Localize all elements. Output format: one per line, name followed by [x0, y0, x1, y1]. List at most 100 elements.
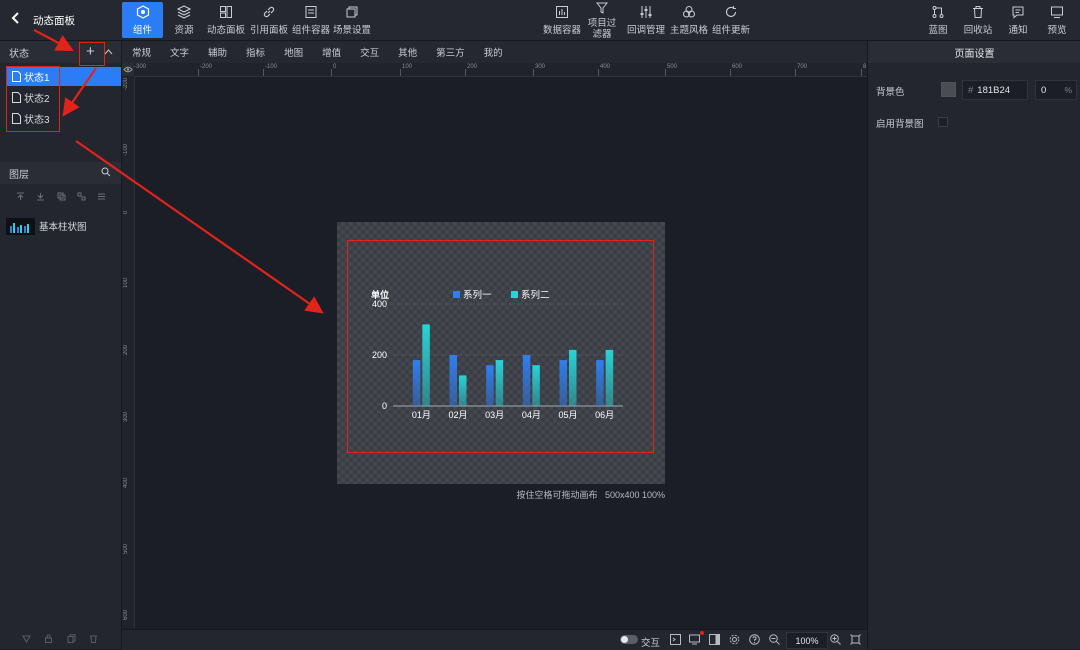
back-button[interactable]: [10, 11, 22, 28]
ruler-tick-label: 200: [123, 345, 129, 356]
project-filter-label: 项目过滤器: [587, 17, 617, 40]
ruler-tick-label: 100: [402, 64, 413, 70]
bottom-toolbar: 交互 100%: [122, 629, 867, 650]
search-icon[interactable]: [101, 167, 111, 177]
fit-screen-icon[interactable]: [850, 634, 861, 645]
help-icon[interactable]: [749, 634, 760, 645]
theme-icon: [683, 5, 695, 17]
ruler-corner-eye-icon[interactable]: [122, 63, 134, 76]
recycle-bin-button[interactable]: 回收站: [960, 2, 996, 38]
blueprint-button[interactable]: 蓝图: [922, 2, 954, 38]
notification-button[interactable]: 通知: [1002, 2, 1034, 38]
tab-value-added[interactable]: 增值: [322, 45, 341, 59]
group-icon[interactable]: [57, 192, 66, 201]
page-settings-title: 页面设置: [868, 41, 1080, 63]
interaction-toggle[interactable]: [620, 635, 638, 644]
opacity-unit: %: [1064, 85, 1072, 95]
opacity-input[interactable]: 0 %: [1035, 80, 1077, 100]
ruler-tick-label: 300: [535, 64, 546, 70]
theme-style-button[interactable]: 主题风格: [668, 2, 710, 38]
hash-prefix: #: [968, 84, 974, 96]
canvas-hint: 按住空格可拖动画布 500x400 100%: [516, 490, 665, 500]
ruler-tick-label: -300: [134, 64, 147, 70]
component-button[interactable]: 组件: [122, 2, 163, 38]
bg-color-input[interactable]: # 181B24: [962, 80, 1028, 100]
preview-label: 预览: [1047, 24, 1067, 36]
states-title: 状态: [9, 48, 29, 60]
panel-toggle-icon[interactable]: [709, 634, 720, 645]
ungroup-icon[interactable]: [77, 192, 86, 201]
ruler-tick-label: 0: [333, 64, 337, 70]
ruler-tick-label: 700: [797, 64, 808, 70]
filter-icon: [595, 2, 609, 14]
annotation-box-chart: [347, 240, 654, 453]
favorite-icon[interactable]: [22, 634, 31, 643]
reference-panel-button[interactable]: 引用面板: [248, 2, 290, 38]
lock-icon[interactable]: [44, 634, 53, 643]
ruler-tick-label: -200: [200, 64, 213, 70]
link-icon: [263, 6, 275, 17]
component-container-button[interactable]: 组件容器: [290, 2, 332, 38]
notification-icon: [1012, 6, 1024, 19]
dynamic-panel-button[interactable]: 动态面板: [205, 2, 247, 38]
monitor-icon[interactable]: [689, 634, 700, 645]
scene-settings-button[interactable]: 场景设置: [332, 2, 372, 38]
ruler-horizontal[interactable]: -300 -200 -100 0 100 200 300 400 500 600 700 8: [122, 63, 867, 77]
layer-item[interactable]: 基本柱状图: [6, 217, 116, 235]
resource-button[interactable]: 资源: [166, 2, 202, 38]
layers-header: 图层: [0, 162, 121, 184]
ruler-tick-label: -200: [123, 78, 129, 91]
zoom-in-icon[interactable]: [830, 634, 841, 645]
preview-button[interactable]: 预览: [1041, 2, 1073, 38]
tab-other[interactable]: 其他: [398, 45, 417, 59]
move-top-icon[interactable]: [16, 192, 25, 201]
preview-icon: [1051, 6, 1063, 18]
chevron-up-icon[interactable]: [104, 48, 113, 55]
ruler-vertical[interactable]: -200 -100 0 100 200 300 400 500 600: [122, 76, 135, 628]
copy-icon[interactable]: [67, 634, 76, 643]
enable-bg-image-label: 启用背景图: [876, 119, 924, 130]
ruler-tick-label: 8: [863, 64, 867, 70]
tab-text[interactable]: 文字: [170, 45, 189, 59]
ruler-tick-label: 500: [123, 544, 129, 555]
component-update-button[interactable]: 组件更新: [710, 2, 752, 38]
notification-label: 通知: [1008, 24, 1028, 36]
tab-auxiliary[interactable]: 辅助: [208, 45, 227, 59]
data-container-button[interactable]: 数据容器: [542, 2, 582, 38]
page-title: 动态面板: [33, 15, 75, 27]
data-container-label: 数据容器: [542, 24, 581, 36]
bg-color-swatch[interactable]: [941, 82, 956, 97]
settings-gear-icon[interactable]: [729, 634, 740, 645]
interaction-label: 交互: [641, 638, 661, 649]
delete-icon[interactable]: [89, 634, 98, 643]
ruler-tick-label: -100: [265, 64, 278, 70]
left-panel: 状态 + 状态1 状态2 状态3 图层 基本柱状图: [0, 41, 122, 649]
ruler-tick-label: 300: [123, 412, 129, 423]
component-container-label: 组件容器: [291, 24, 330, 36]
scene-icon: [346, 6, 358, 17]
tab-mine[interactable]: 我的: [484, 45, 503, 59]
component-icon: [136, 4, 149, 19]
enable-bg-image-checkbox[interactable]: [938, 117, 948, 127]
component-update-label: 组件更新: [711, 24, 750, 36]
callback-manage-label: 回调管理: [626, 24, 665, 36]
list-icon[interactable]: [97, 192, 106, 201]
annotation-box-add: [79, 42, 105, 66]
ruler-tick-label: 100: [123, 278, 129, 289]
terminal-icon[interactable]: [670, 634, 681, 645]
tab-general[interactable]: 常规: [132, 45, 151, 59]
zoom-input[interactable]: 100%: [786, 632, 828, 649]
layer-tools: [16, 192, 106, 202]
tab-map[interactable]: 地图: [284, 45, 303, 59]
tab-indicator[interactable]: 指标: [246, 45, 265, 59]
container-icon: [305, 5, 317, 18]
zoom-out-icon[interactable]: [769, 634, 780, 645]
tab-third-party[interactable]: 第三方: [436, 45, 465, 59]
blueprint-icon: [932, 5, 944, 18]
callback-manage-button[interactable]: 回调管理: [625, 2, 667, 38]
resource-label: 资源: [174, 24, 194, 36]
tab-interaction[interactable]: 交互: [360, 45, 379, 59]
project-filter-button[interactable]: 项目过滤器: [582, 0, 622, 40]
ruler-tick-label: 400: [600, 64, 611, 70]
move-bottom-icon[interactable]: [36, 192, 45, 201]
